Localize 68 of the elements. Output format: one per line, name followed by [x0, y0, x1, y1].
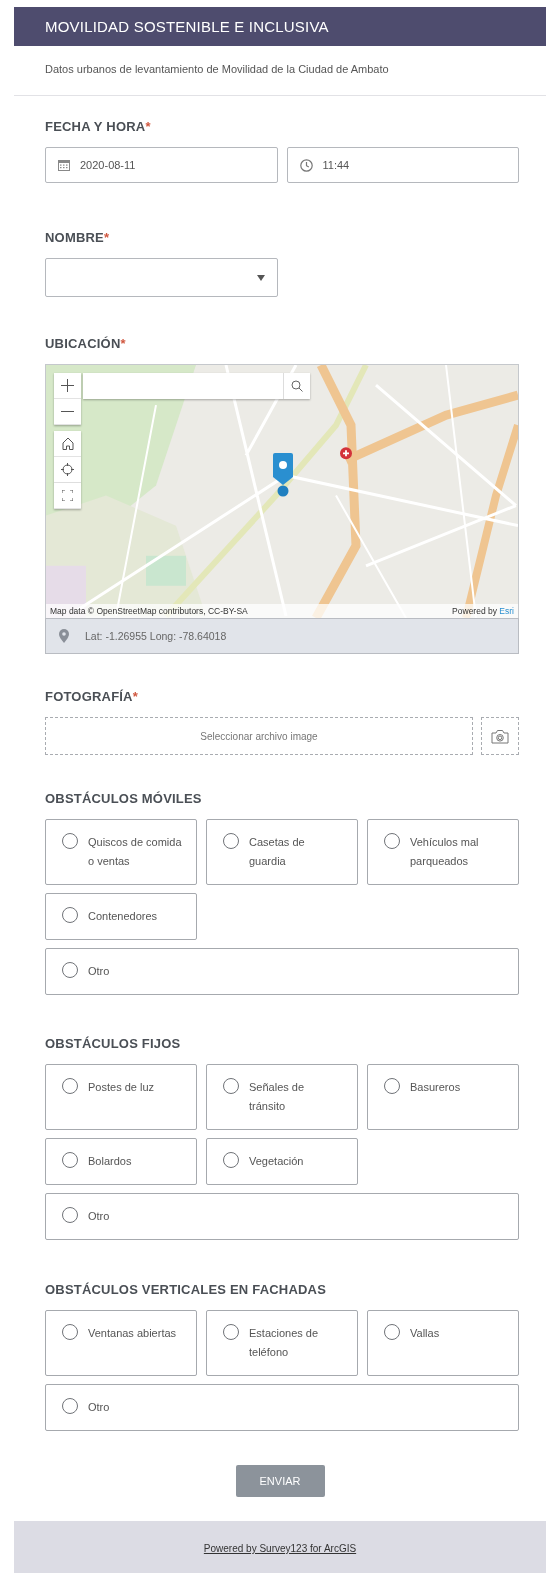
- caret-icon: [256, 274, 265, 281]
- map-attribution: Map data © OpenStreetMap contributors, CC-BY-SA: [50, 606, 248, 616]
- option-label: Casetas de guardia: [249, 835, 306, 869]
- fullscreen-button[interactable]: [54, 483, 81, 509]
- required-asterisk: *: [104, 230, 110, 245]
- radio-option[interactable]: Quiscos de comida o ventas: [45, 819, 197, 885]
- coordinates-text: Lat: -1.26955 Long: -78.64018: [85, 630, 227, 642]
- radio-option[interactable]: Contenedores: [45, 893, 197, 940]
- option-label: Contenedores: [88, 909, 158, 924]
- option-label: Otro: [88, 1400, 110, 1415]
- option-label: Quiscos de comida o ventas: [88, 835, 182, 869]
- radio-option[interactable]: Ventanas abiertas: [45, 1310, 197, 1376]
- time-field[interactable]: 11:44: [286, 147, 519, 183]
- question-label: FOTOGRAFÍA: [45, 689, 133, 704]
- question-label: NOMBRE: [45, 230, 104, 245]
- map-marker-icon: [273, 453, 293, 497]
- camera-button[interactable]: [481, 717, 519, 755]
- option-label: Otro: [88, 1209, 110, 1224]
- option-label: Vegetación: [249, 1154, 304, 1169]
- option-label: Señales de tránsito: [249, 1080, 306, 1114]
- option-label: Ventanas abiertas: [88, 1326, 177, 1341]
- zoom-in-button[interactable]: [54, 373, 81, 399]
- option-label: Bolardos: [88, 1154, 132, 1169]
- option-label: Vallas: [410, 1326, 440, 1341]
- clock-icon: [299, 158, 313, 172]
- radio-option[interactable]: Basureros: [367, 1064, 519, 1130]
- radio-option[interactable]: Vallas: [367, 1310, 519, 1376]
- radio-option[interactable]: Otro: [45, 948, 519, 995]
- radio-option[interactable]: Vegetación: [206, 1138, 358, 1185]
- radio-option[interactable]: Señales de tránsito: [206, 1064, 358, 1130]
- date-field[interactable]: 2020-08-11: [45, 147, 278, 183]
- option-label: Postes de luz: [88, 1080, 155, 1095]
- location-pin-icon: [59, 629, 69, 643]
- search-icon: [291, 380, 303, 392]
- survey-description: Datos urbanos de levantamiento de Movilidad de la Ciudad de Ambato: [45, 63, 389, 75]
- radio-option[interactable]: Postes de luz: [45, 1064, 197, 1130]
- option-label: Basureros: [410, 1080, 461, 1095]
- powered-by-text: Powered by Esri: [452, 606, 514, 616]
- question-label: FECHA Y HORA: [45, 119, 146, 134]
- camera-icon: [491, 728, 509, 744]
- map-search-field[interactable]: [83, 373, 310, 399]
- radio-option[interactable]: Otro: [45, 1384, 519, 1431]
- home-button[interactable]: [54, 431, 81, 457]
- option-label: Vehículos mal parqueados: [410, 835, 480, 869]
- radio-option[interactable]: Casetas de guardia: [206, 819, 358, 885]
- question-label: OBSTÁCULOS MÓVILES: [45, 791, 202, 806]
- required-asterisk: *: [132, 689, 138, 704]
- required-asterisk: *: [120, 336, 126, 351]
- radio-option[interactable]: Bolardos: [45, 1138, 197, 1185]
- radio-option[interactable]: Otro: [45, 1193, 519, 1240]
- locate-icon: [61, 463, 74, 476]
- question-label: OBSTÁCULOS VERTICALES EN FACHADAS: [45, 1282, 327, 1297]
- required-asterisk: *: [145, 119, 151, 134]
- locate-button[interactable]: [54, 457, 81, 483]
- home-icon: [61, 437, 74, 450]
- question-label: UBICACIÓN: [45, 336, 121, 351]
- option-label: Estaciones de teléfono: [249, 1326, 320, 1360]
- survey-title: MOVILIDAD SOSTENIBLE E INCLUSIVA: [45, 18, 329, 35]
- question-label: OBSTÁCULOS FIJOS: [45, 1036, 181, 1051]
- fullscreen-icon: [62, 490, 73, 501]
- footer-link[interactable]: Powered by Survey123 for ArcGIS: [203, 1543, 357, 1554]
- calendar-icon: [58, 159, 70, 171]
- option-label: Otro: [88, 964, 110, 979]
- radio-option[interactable]: Estaciones de teléfono: [206, 1310, 358, 1376]
- plus-icon: [61, 379, 74, 392]
- file-select-area[interactable]: Seleccionar archivo image: [45, 717, 473, 755]
- esri-link[interactable]: Esri: [499, 606, 514, 616]
- radio-option[interactable]: Vehículos mal parqueados: [367, 819, 519, 885]
